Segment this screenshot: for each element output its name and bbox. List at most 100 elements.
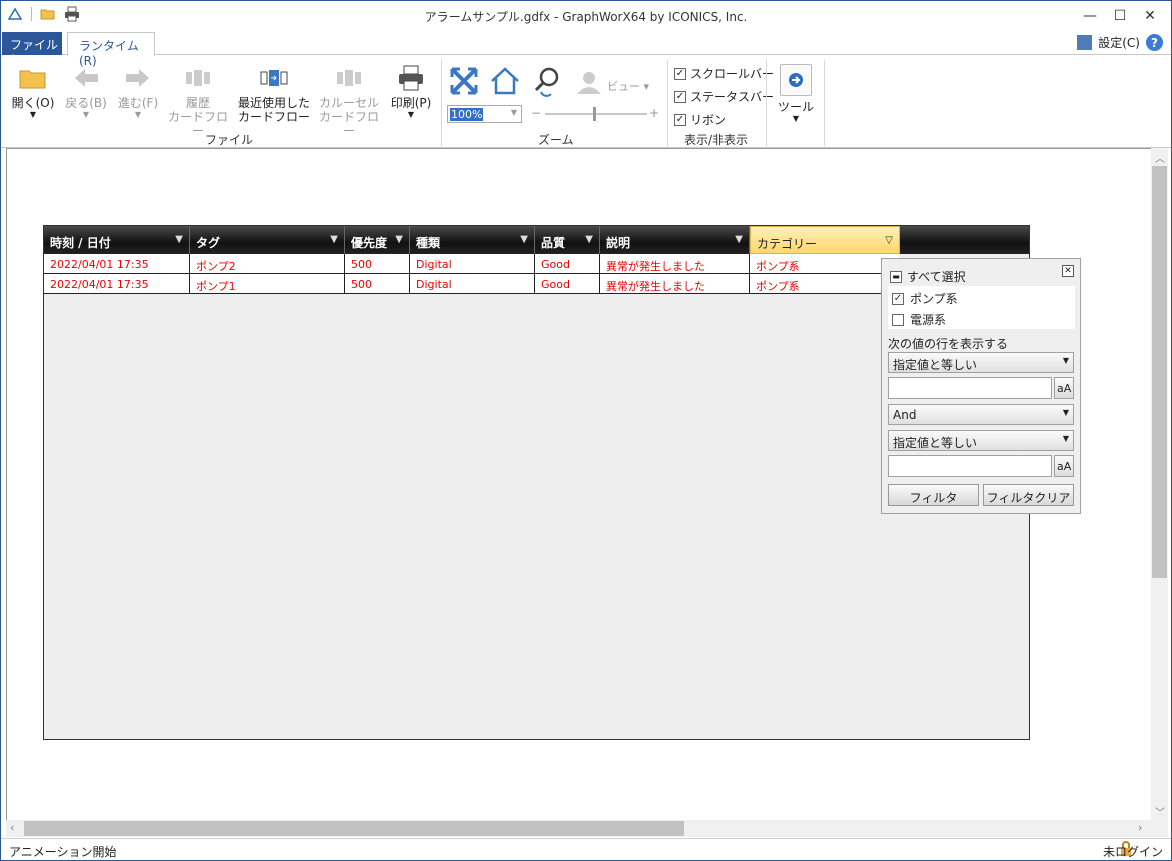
cell-time: 2022/04/01 17:35: [44, 254, 190, 274]
carousel-cardflow-button[interactable]: カルーセル カードフロー: [317, 64, 381, 138]
scroll-left-icon[interactable]: ‹: [10, 821, 14, 834]
tab-runtime[interactable]: ランタイム (R): [67, 32, 155, 68]
file-group-label: ファイル: [205, 133, 254, 147]
column-label: 種類: [416, 236, 441, 250]
scrollbar-checkbox[interactable]: ✓ スクロールバー: [674, 65, 774, 82]
column-header-quality[interactable]: 品質 ▼: [535, 226, 600, 254]
filter-icon[interactable]: ▼: [585, 234, 593, 245]
column-header-type[interactable]: 種類 ▼: [410, 226, 535, 254]
forward-button[interactable]: 進む(F) ▼: [115, 64, 161, 120]
recent-cardflow-button[interactable]: 最近使用した カードフロー: [235, 64, 313, 124]
minimize-button[interactable]: —: [1075, 3, 1105, 29]
cell-description: 異常が発生しました: [600, 254, 750, 274]
scroll-right-icon[interactable]: ›: [1138, 821, 1142, 834]
filter-icon[interactable]: ▼: [175, 234, 183, 245]
tab-bar-right: 設定(C) ?: [1077, 34, 1163, 51]
user-view-icon[interactable]: [575, 70, 603, 99]
scroll-down-icon[interactable]: ﹀: [1155, 804, 1165, 819]
history-cardflow-button[interactable]: 履歴 カードフロー: [167, 64, 229, 138]
column-header-category[interactable]: カテゴリー ▽: [750, 226, 900, 254]
value2-input[interactable]: [888, 455, 1052, 477]
condition1-dropdown[interactable]: 指定値と等しい ▼: [888, 352, 1074, 373]
ribbon-check-mark[interactable]: ✓: [674, 113, 686, 126]
column-header-description[interactable]: 説明 ▼: [600, 226, 750, 254]
category-filter-popup: ▬ すべて選択 ✕ ✓ ポンプ系 電源系 次の値の行を表示する 指定値と等しい ▼ a…: [881, 258, 1081, 514]
column-header-priority[interactable]: 優先度 ▼: [345, 226, 410, 254]
popup-close-icon[interactable]: ✕: [1062, 265, 1074, 277]
help-icon[interactable]: ?: [1146, 34, 1163, 51]
open-button[interactable]: 開く(O) ▼: [11, 64, 55, 120]
value1-input[interactable]: [888, 377, 1052, 399]
carousel-label-1: カルーセル: [318, 96, 379, 110]
filter-icon[interactable]: ▼: [520, 234, 528, 245]
column-label: 品質: [541, 236, 566, 250]
back-button[interactable]: 戻る(B) ▼: [63, 64, 109, 120]
horizontal-scroll-thumb[interactable]: [24, 821, 684, 836]
operator-dropdown[interactable]: And ▼: [888, 404, 1074, 425]
recent-label-2: カードフロー: [237, 110, 310, 124]
ribbon-separator: [766, 60, 767, 146]
power-checkbox[interactable]: [892, 313, 904, 326]
pump-checkbox[interactable]: ✓: [892, 292, 904, 305]
zoom-slider-thumb[interactable]: [593, 107, 596, 121]
table-row[interactable]: 2022/04/01 17:35 ポンプ1 500 Digital Good 異…: [44, 274, 899, 294]
statusbar-check-mark[interactable]: ✓: [674, 90, 686, 103]
column-label: カテゴリー: [757, 237, 818, 251]
home-icon[interactable]: [489, 66, 521, 99]
print-button[interactable]: 印刷(P) ▼: [385, 64, 437, 120]
filter-active-icon[interactable]: ▽: [885, 235, 893, 246]
select-all-checkbox[interactable]: ▬: [890, 270, 902, 283]
scroll-up-icon[interactable]: ︿: [1155, 150, 1165, 165]
back-label: 戻る(B): [65, 96, 107, 110]
scrollbar-check-mark[interactable]: ✓: [674, 67, 686, 80]
filter-button[interactable]: フィルタ: [888, 484, 979, 506]
maximize-button[interactable]: ☐: [1105, 3, 1135, 29]
cell-quality: Good: [535, 254, 600, 274]
filter-clear-button[interactable]: フィルタクリア: [983, 484, 1074, 506]
folder-icon: [17, 64, 49, 92]
horizontal-scrollbar[interactable]: ‹ ›: [6, 820, 1151, 837]
cell-type: Digital: [410, 274, 535, 294]
pump-label: ポンプ系: [910, 292, 958, 306]
cell-type: Digital: [410, 254, 535, 274]
zoom-plus[interactable]: +: [649, 106, 659, 120]
filter-icon[interactable]: ▼: [395, 234, 403, 245]
close-button[interactable]: ✕: [1135, 3, 1165, 29]
table-row[interactable]: 2022/04/01 17:35 ポンプ2 500 Digital Good 異…: [44, 254, 899, 274]
vertical-scroll-thumb[interactable]: [1152, 166, 1167, 578]
settings-icon[interactable]: [1077, 35, 1093, 50]
tab-file[interactable]: ファイル(F: [2, 32, 62, 67]
ribbon-checkbox[interactable]: ✓ リボン: [674, 111, 726, 128]
condition1-value: 指定値と等しい: [893, 358, 978, 372]
settings-label[interactable]: 設定(C): [1098, 34, 1140, 51]
column-label: タグ: [196, 236, 221, 250]
operator-value: And: [893, 408, 917, 422]
select-all-option[interactable]: ▬ すべて選択: [890, 268, 966, 285]
cell-category: ポンプ系: [756, 280, 800, 293]
zoom-combo[interactable]: 100% ▼: [447, 105, 522, 123]
tools-button[interactable]: ツール ▼: [775, 64, 817, 124]
column-header-tag[interactable]: タグ ▼: [190, 226, 345, 254]
filter-icon[interactable]: ▼: [330, 234, 338, 245]
statusbar-checkbox[interactable]: ✓ ステータスバー: [674, 88, 774, 105]
zoom-slider[interactable]: [545, 107, 647, 121]
condition2-dropdown[interactable]: 指定値と等しい ▼: [888, 430, 1074, 451]
arrow-left-icon: [70, 64, 102, 92]
case-toggle-1[interactable]: aA: [1054, 377, 1074, 399]
zoom-minus[interactable]: −: [531, 106, 541, 120]
zoom-search-icon[interactable]: [533, 66, 563, 101]
zoom-fit-icon[interactable]: [449, 66, 479, 99]
cell-time: 2022/04/01 17:35: [44, 274, 190, 294]
printer-large-icon: [395, 64, 427, 92]
column-label: 時刻 / 日付: [50, 236, 111, 250]
vertical-scrollbar[interactable]: ︿ ﹀: [1151, 148, 1168, 820]
case-toggle-2[interactable]: aA: [1054, 455, 1074, 477]
column-header-time[interactable]: 時刻 / 日付 ▼: [44, 226, 190, 254]
filter-item-power[interactable]: 電源系: [892, 311, 946, 328]
view-dropdown[interactable]: ビュー ▾: [607, 78, 649, 94]
filter-item-pump[interactable]: ✓ ポンプ系: [892, 290, 958, 307]
chevron-down-icon: ▼: [1062, 356, 1069, 365]
filter-icon[interactable]: ▼: [735, 234, 743, 245]
power-label: 電源系: [910, 313, 947, 327]
cell-priority: 500: [345, 274, 410, 294]
